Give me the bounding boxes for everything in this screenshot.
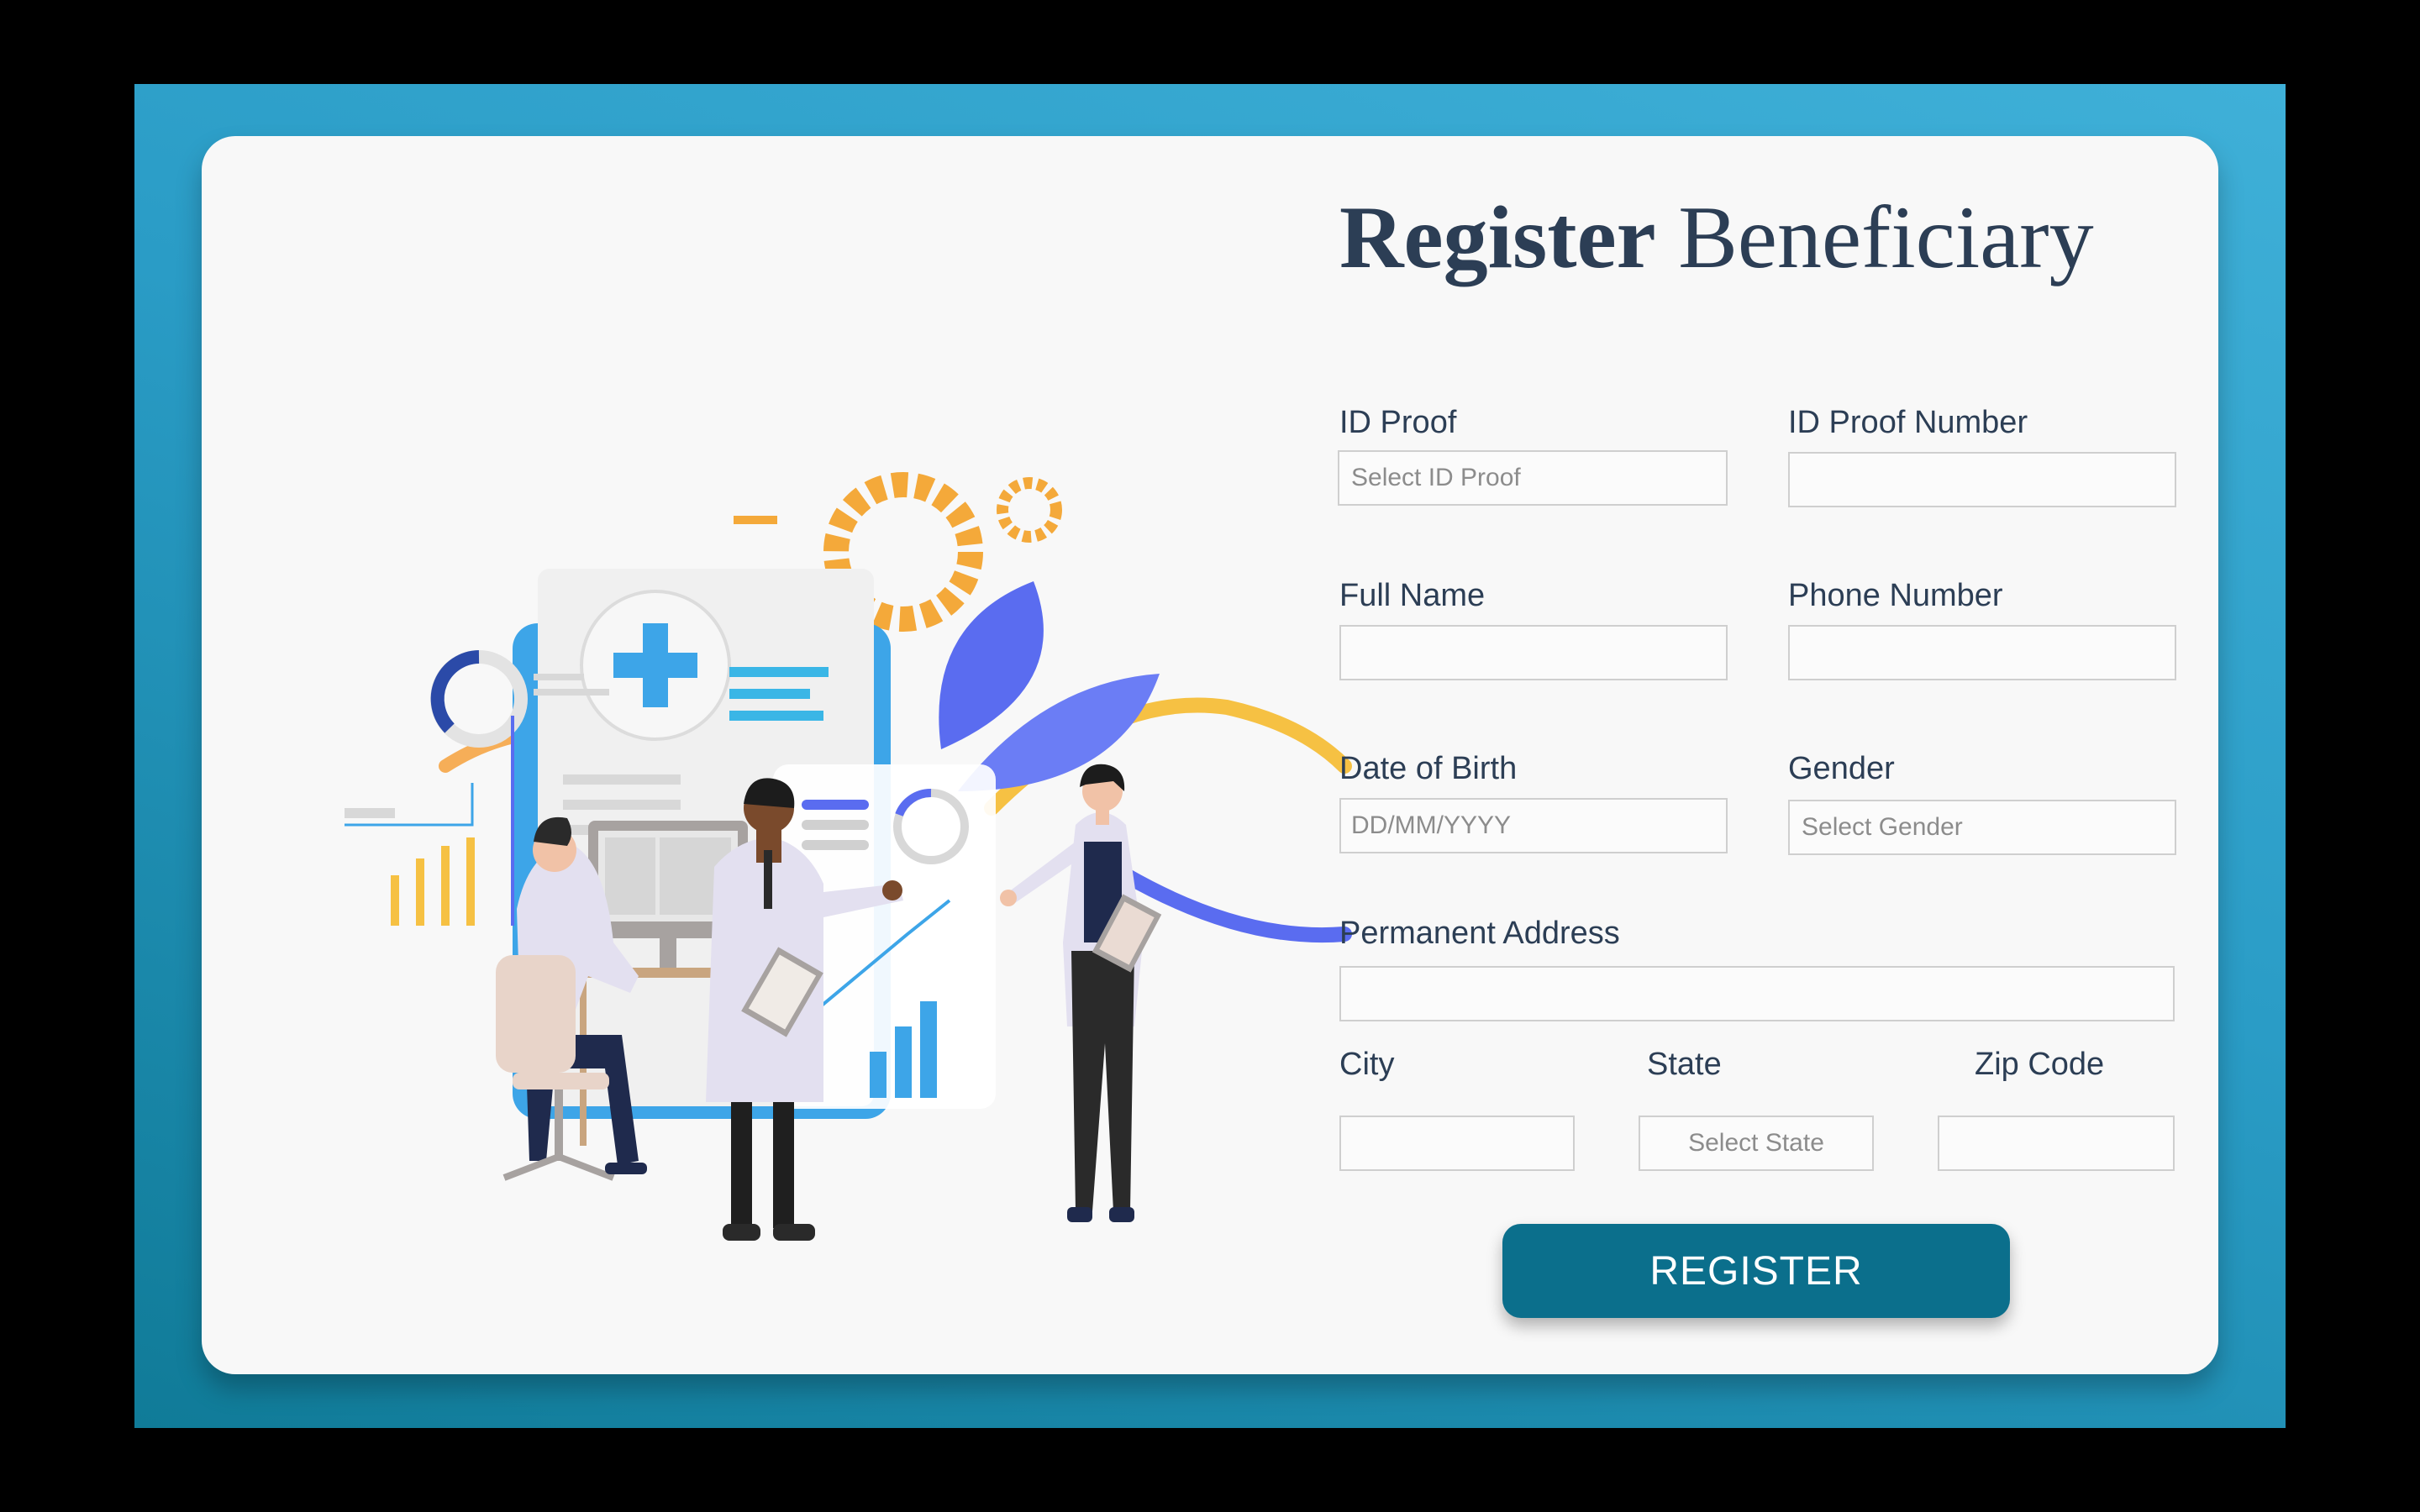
id-proof-select-text: Select ID Proof xyxy=(1351,464,1521,491)
title-bold: Register xyxy=(1339,188,1656,286)
phone-number-input[interactable] xyxy=(1788,625,2176,680)
medical-team-illustration xyxy=(345,472,1352,1241)
state-select[interactable]: Select State xyxy=(1639,1116,1874,1171)
state-label: State xyxy=(1647,1047,1722,1082)
city-input[interactable] xyxy=(1339,1116,1575,1171)
full-name-input[interactable] xyxy=(1339,625,1728,680)
register-button[interactable]: REGISTER xyxy=(1502,1224,2010,1318)
id-proof-select[interactable]: Select ID Proof xyxy=(1338,450,1728,506)
zip-code-input[interactable] xyxy=(1938,1116,2175,1171)
phone-number-label: Phone Number xyxy=(1788,578,2003,613)
id-proof-label: ID Proof xyxy=(1339,405,1457,440)
permanent-address-input[interactable] xyxy=(1339,966,2175,1021)
page-background: Register Beneficiary ID Proof Select ID … xyxy=(134,84,2286,1428)
full-name-label: Full Name xyxy=(1339,578,1486,613)
gender-label: Gender xyxy=(1788,751,1895,786)
page-title: Register Beneficiary xyxy=(1339,186,2094,289)
id-proof-number-input[interactable] xyxy=(1788,452,2176,507)
date-of-birth-label: Date of Birth xyxy=(1339,751,1518,786)
gender-select[interactable]: Select Gender xyxy=(1788,800,2176,855)
state-select-text: Select State xyxy=(1688,1129,1824,1157)
date-of-birth-input[interactable] xyxy=(1339,798,1728,853)
title-rest: Beneficiary xyxy=(1655,188,2094,286)
permanent-address-label: Permanent Address xyxy=(1339,916,1620,951)
zip-code-label: Zip Code xyxy=(1975,1047,2105,1082)
city-label: City xyxy=(1339,1047,1395,1082)
id-proof-number-label: ID Proof Number xyxy=(1788,405,2028,440)
gender-select-text: Select Gender xyxy=(1802,813,1963,841)
registration-card: Register Beneficiary ID Proof Select ID … xyxy=(202,136,2218,1374)
